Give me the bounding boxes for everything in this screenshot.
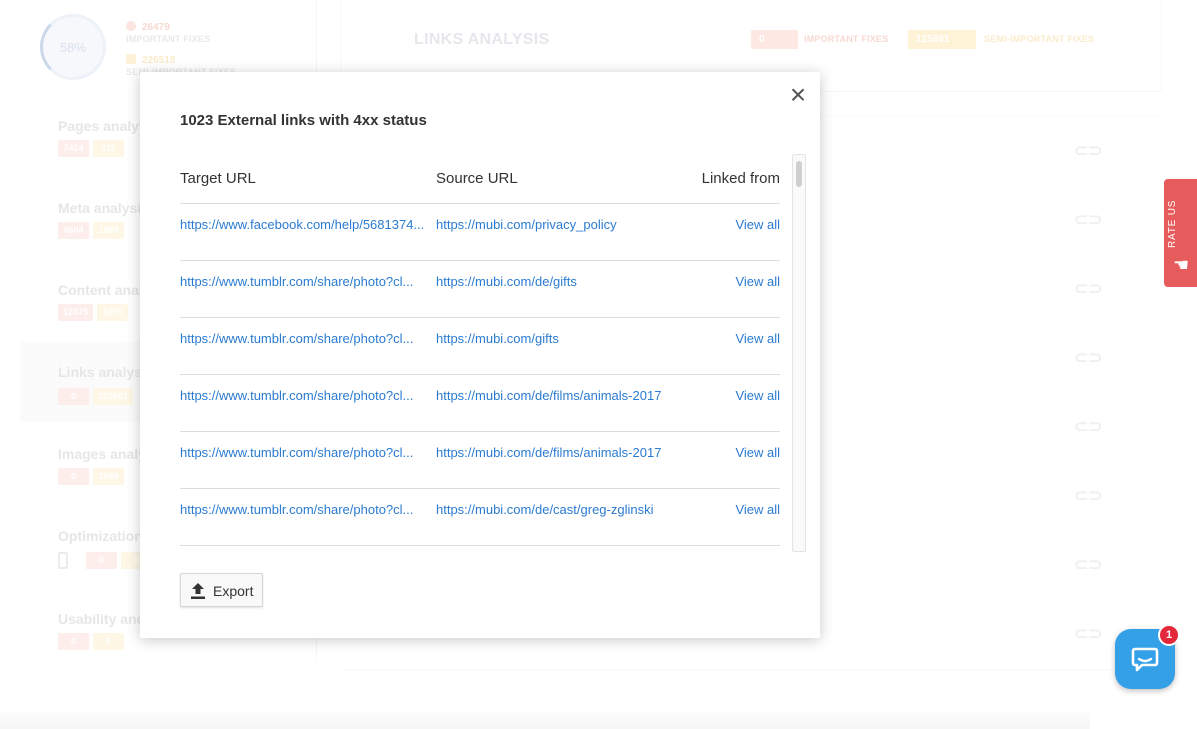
view-all-link[interactable]: View all [735,387,780,404]
column-header-source[interactable]: Source URL [436,170,518,187]
close-icon[interactable]: × [786,81,810,109]
table-row: https://www.tumblr.com/share/photo?cl...… [180,261,780,318]
source-url-link[interactable]: https://mubi.com/de/films/animals-2017 [436,444,706,461]
target-url-link[interactable]: https://www.facebook.com/help/5681374... [180,216,430,233]
column-header-linked[interactable]: Linked from [702,170,780,187]
chat-bubble-icon [1131,647,1159,672]
export-button[interactable]: Export [180,573,263,607]
column-header-target[interactable]: Target URL [180,170,256,187]
target-url-link[interactable]: https://www.tumblr.com/share/photo?cl... [180,444,430,461]
external-links-modal: × 1023 External links with 4xx status Ta… [140,72,820,638]
upload-icon [191,583,205,599]
links-table: Target URL Source URL Linked from https:… [180,154,780,546]
target-url-link[interactable]: https://www.tumblr.com/share/photo?cl... [180,330,430,347]
view-all-link[interactable]: View all [735,330,780,347]
table-row: https://www.tumblr.com/share/photo?cl...… [180,318,780,375]
table-row: https://www.tumblr.com/share/photo?cl...… [180,489,780,546]
rate-us-label: RATE US [1167,199,1178,249]
export-label: Export [213,583,254,599]
source-url-link[interactable]: https://mubi.com/de/films/animals-2017 [436,387,706,404]
table-row: https://www.tumblr.com/share/photo?cl...… [180,375,780,432]
table-scrollbar[interactable] [792,154,806,552]
target-url-link[interactable]: https://www.tumblr.com/share/photo?cl... [180,273,430,290]
table-row: https://www.facebook.com/help/5681374...… [180,204,780,261]
table-row: https://www.tumblr.com/share/photo?cl...… [180,432,780,489]
source-url-link[interactable]: https://mubi.com/de/gifts [436,273,706,290]
view-all-link[interactable]: View all [735,501,780,518]
scrollbar-thumb[interactable] [796,161,802,187]
hand-pointer-icon: ☚ [1173,255,1190,275]
modal-title: 1023 External links with 4xx status [180,112,427,129]
source-url-link[interactable]: https://mubi.com/de/cast/greg-zglinski [436,501,706,518]
divider [180,545,780,546]
view-all-link[interactable]: View all [735,216,780,233]
source-url-link[interactable]: https://mubi.com/privacy_policy [436,216,706,233]
target-url-link[interactable]: https://www.tumblr.com/share/photo?cl... [180,387,430,404]
source-url-link[interactable]: https://mubi.com/gifts [436,330,706,347]
notification-badge: 1 [1158,624,1180,646]
view-all-link[interactable]: View all [735,444,780,461]
view-all-link[interactable]: View all [735,273,780,290]
rate-us-tab[interactable]: RATE US ☚ [1164,179,1197,287]
target-url-link[interactable]: https://www.tumblr.com/share/photo?cl... [180,501,430,518]
